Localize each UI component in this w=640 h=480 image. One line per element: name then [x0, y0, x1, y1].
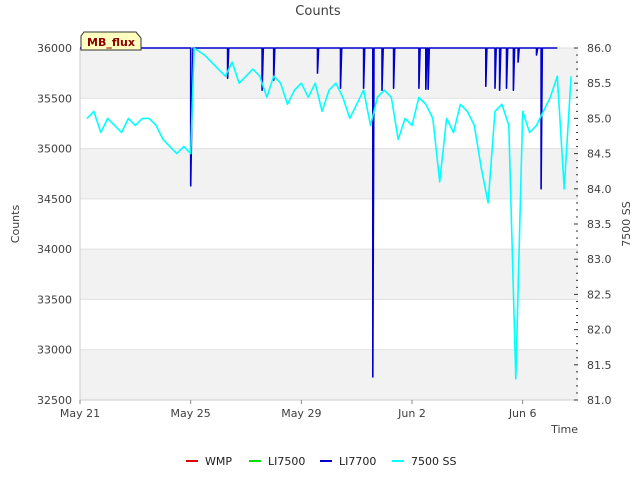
site-badge: MB_flux [80, 31, 142, 51]
legend-label: WMP [205, 455, 232, 468]
x-tick-label: Jun 6 [508, 407, 537, 420]
right-tick-label: 84.0 [587, 183, 612, 196]
grid-band [80, 249, 578, 300]
left-y-axis-label: Counts [9, 205, 22, 244]
background-bands [80, 47, 578, 401]
right-tick-label: 84.5 [587, 148, 612, 161]
x-tick-label: May 29 [281, 407, 321, 420]
legend-label: LI7700 [339, 455, 376, 468]
right-tick-label: 85.5 [587, 77, 612, 90]
legend-label: 7500 SS [411, 455, 456, 468]
left-tick-label: 35000 [37, 143, 72, 156]
left-tick-label: 33500 [37, 293, 72, 306]
badge-label: MB_flux [87, 36, 135, 49]
left-tick-label: 34000 [37, 243, 72, 256]
right-tick-label: 86.0 [587, 42, 612, 55]
right-tick-label: 81.5 [587, 359, 612, 372]
left-tick-label: 32500 [37, 394, 72, 407]
right-tick-label: 83.5 [587, 218, 612, 231]
grid-band [80, 148, 578, 199]
plot-area [79, 48, 578, 401]
x-tick-label: May 25 [171, 407, 211, 420]
grid-band [80, 349, 578, 400]
x-axis: May 21 May 25 May 29 Jun 2 Jun 6 [60, 400, 537, 420]
right-y-axis: 81.0 81.5 82.0 82.5 83.0 83.5 84.0 84.5 85.0 85.5… [574, 42, 612, 407]
right-tick-label: 83.0 [587, 253, 612, 266]
left-tick-label: 35500 [37, 92, 72, 105]
legend: WMP LI7500 LI7700 7500 SS [186, 455, 456, 468]
right-tick-label: 85.0 [587, 112, 612, 125]
chart-title: Counts [295, 4, 341, 19]
legend-label: LI7500 [268, 455, 305, 468]
x-axis-label: Time [550, 423, 578, 436]
x-tick-label: Jun 2 [397, 407, 426, 420]
left-tick-label: 36000 [37, 42, 72, 55]
right-tick-label: 81.0 [587, 394, 612, 407]
right-tick-label: 82.0 [587, 324, 612, 337]
x-tick-label: May 21 [60, 407, 100, 420]
right-tick-label: 82.5 [587, 288, 612, 301]
left-tick-label: 34500 [37, 193, 72, 206]
left-y-axis: 32500 33000 33500 34000 34500 35000 35500 36000 [37, 42, 72, 407]
counts-chart: 32500 33000 33500 34000 34500 35000 35500 36000… [9, 4, 633, 468]
right-y-axis-label: 7500 SS [620, 201, 633, 246]
left-tick-label: 33000 [37, 344, 72, 357]
